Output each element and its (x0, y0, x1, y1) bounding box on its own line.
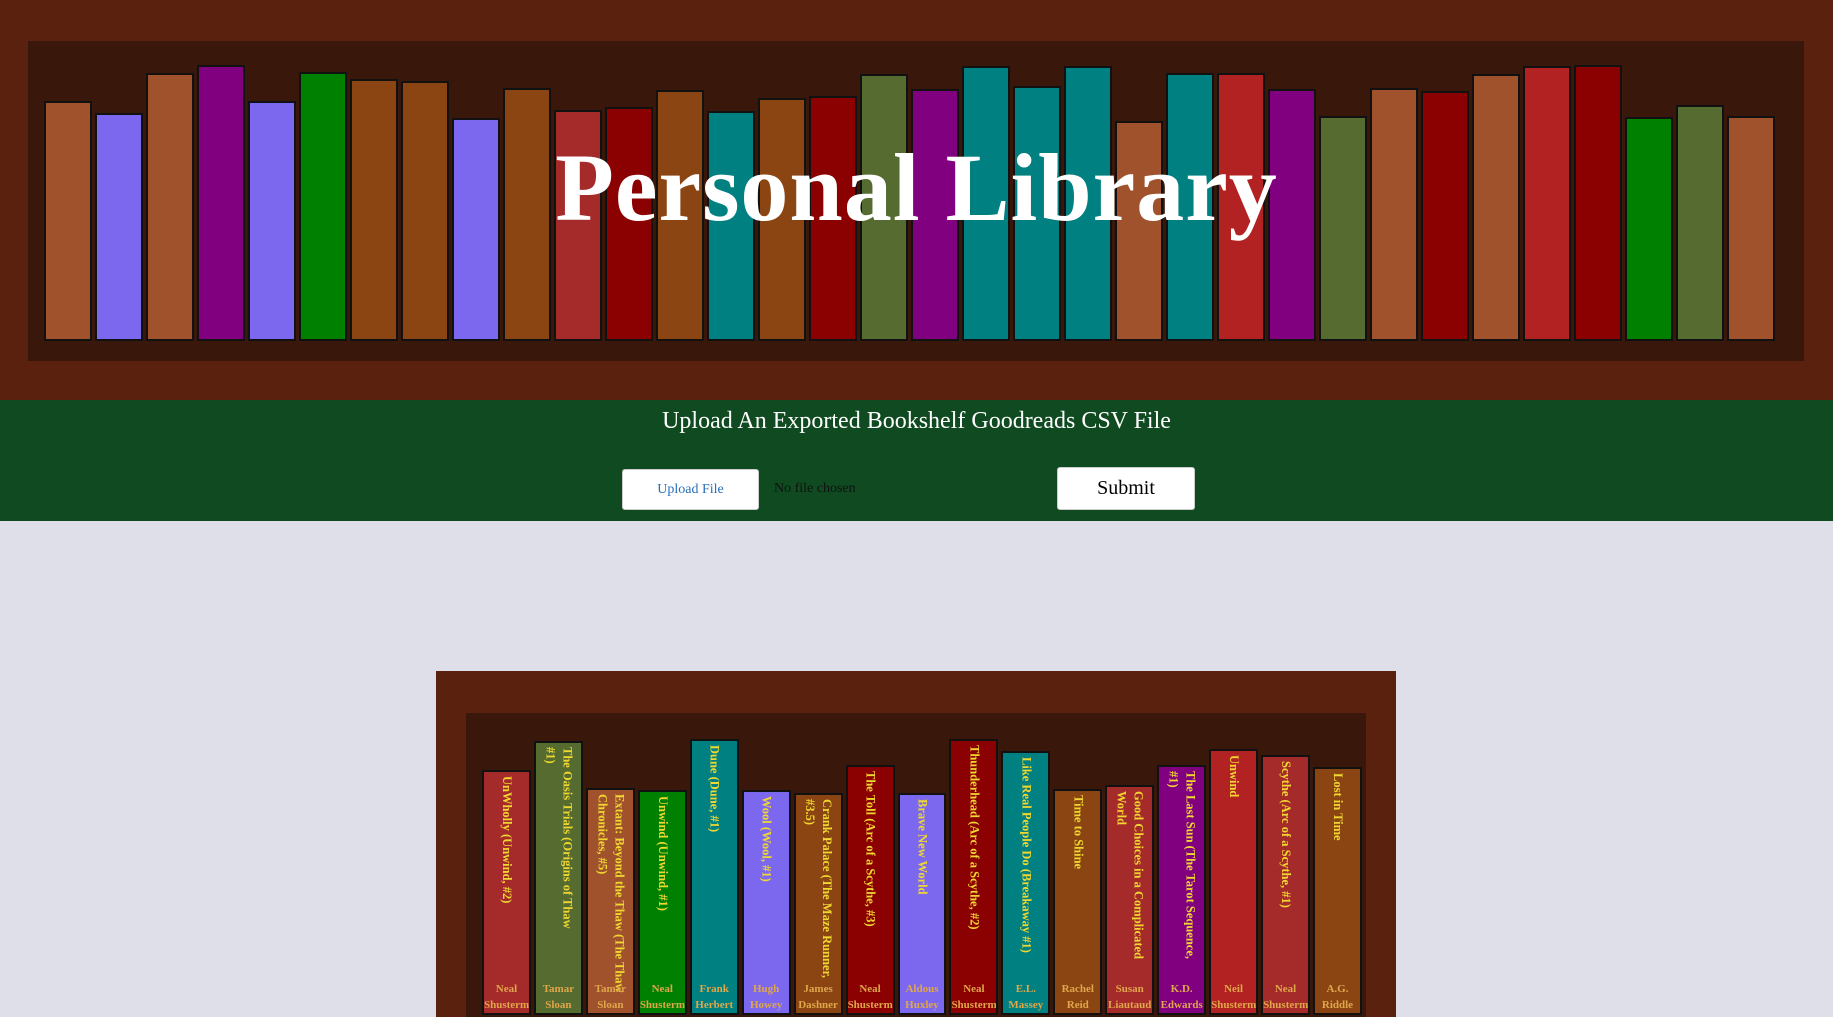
book-spine[interactable]: The Toll (Arc of a Scythe, #3) Neal Shust… (845, 765, 895, 1015)
page-title: Personal Library (555, 134, 1278, 241)
book-title: Scythe (Arc of a Scythe, #1) (1279, 761, 1294, 908)
book-spine[interactable]: Time to Shine Rachel Reid (1053, 789, 1103, 1015)
book-spine[interactable]: Good Choices in a Complicated World Susan… (1105, 785, 1155, 1015)
book-spine[interactable]: Wool (Wool, #1) Hugh Howey (741, 790, 791, 1015)
book-spine[interactable]: Extant: Beyond the Thaw (The Thaw Chroni… (585, 788, 635, 1015)
bookshelf-inner: UnWholly (Unwind, #2)Neal ShustermanThe … (466, 713, 1366, 1017)
book-title: Unwind (1227, 755, 1242, 798)
book-title: Wool (Wool, #1) (759, 796, 774, 882)
book-author: K.D. Edwards (1160, 983, 1203, 1011)
book-title: Lost in Time (1330, 773, 1345, 841)
book-title: The Last Sun (The Tarot Sequence, #1) (1166, 771, 1198, 960)
book-title: The Oasis Trials (Origins of Thaw #1) (543, 747, 575, 929)
book-author: A.G. Riddle (1321, 983, 1354, 1011)
book-author: Tamar Sloan (594, 983, 627, 1011)
book-author: E.L. Massey (1008, 983, 1044, 1011)
book-row: UnWholly (Unwind, #2)Neal ShustermanThe … (482, 725, 1362, 1015)
upload-section: Upload An Exported Bookshelf Goodreads C… (0, 400, 1833, 521)
book-author: Neal Shusterman (847, 983, 893, 1011)
book-title: Like Real People Do (Breakaway #1) (1019, 757, 1034, 953)
book-spine[interactable]: Brave New World Aldous Huxley (897, 793, 947, 1015)
book-author: James Dashner (798, 983, 838, 1011)
book-author: Frank Herbert (695, 983, 734, 1011)
book-title: Dune (Dune, #1) (707, 745, 722, 833)
book-author: Neil Shusterman (1211, 983, 1257, 1011)
book-spine[interactable]: Unwind (Unwind, #1) Neal Shusterman (637, 790, 687, 1015)
book-spine[interactable]: The Oasis Trials (Origins of Thaw #1) Tam… (533, 741, 583, 1015)
book-author: Neal Shusterman (1263, 983, 1309, 1011)
book-author: Tamar Sloan (542, 983, 575, 1011)
book-title: UnWholly (Unwind, #2) (499, 776, 514, 904)
book-spine[interactable]: Crank Palace (The Maze Runner, #3.5) Jame… (793, 793, 843, 1015)
book-title: The Toll (Arc of a Scythe, #3) (863, 771, 878, 927)
book-title: Time to Shine (1071, 795, 1086, 870)
book-spine[interactable]: Thunderhead (Arc of a Scythe, #2) Neal Sh… (949, 739, 999, 1015)
book-author: Susan Liautaud (1108, 983, 1152, 1011)
submit-button[interactable]: Submit (1057, 467, 1195, 510)
header-banner: Personal Library (0, 0, 1833, 400)
book-spine[interactable]: Unwind Neil Shusterman (1209, 749, 1259, 1015)
book-title: Crank Palace (The Maze Runner, #3.5) (803, 799, 835, 979)
book-author: Hugh Howey (749, 983, 783, 1011)
bookshelf: UnWholly (Unwind, #2)Neal ShustermanThe … (436, 671, 1396, 1017)
upload-file-button[interactable]: Upload File (622, 469, 759, 510)
book-title: Good Choices in a Complicated World (1114, 791, 1146, 960)
book-author: Neal Shusterman (639, 983, 686, 1011)
book-title: Extant: Beyond the Thaw (The Thaw Chroni… (595, 794, 627, 993)
upload-heading: Upload An Exported Bookshelf Goodreads C… (662, 408, 1171, 434)
book-spine[interactable]: UnWholly (Unwind, #2) Neal Shusterman (482, 770, 531, 1015)
book-title: Thunderhead (Arc of a Scythe, #2) (967, 745, 982, 930)
book-author: Rachel Reid (1061, 983, 1094, 1011)
book-title: Unwind (Unwind, #1) (655, 796, 670, 911)
book-title: Brave New World (915, 799, 930, 895)
book-author: Aldous Huxley (905, 983, 939, 1011)
book-spine[interactable]: Scythe (Arc of a Scythe, #1) Neal Shuster… (1261, 755, 1310, 1015)
book-spine[interactable]: Like Real People Do (Breakaway #1) E.L. M… (1001, 751, 1051, 1015)
book-author: Neal Shusterman (951, 983, 997, 1011)
book-spine[interactable]: The Last Sun (The Tarot Sequence, #1) K.D… (1157, 765, 1207, 1015)
file-status-text: No file chosen (774, 481, 856, 496)
book-spine[interactable]: Lost in Time A.G. Riddle (1313, 767, 1362, 1015)
book-author: Neal Shusterman (484, 983, 530, 1011)
book-spine[interactable]: Dune (Dune, #1) Frank Herbert (689, 739, 739, 1015)
